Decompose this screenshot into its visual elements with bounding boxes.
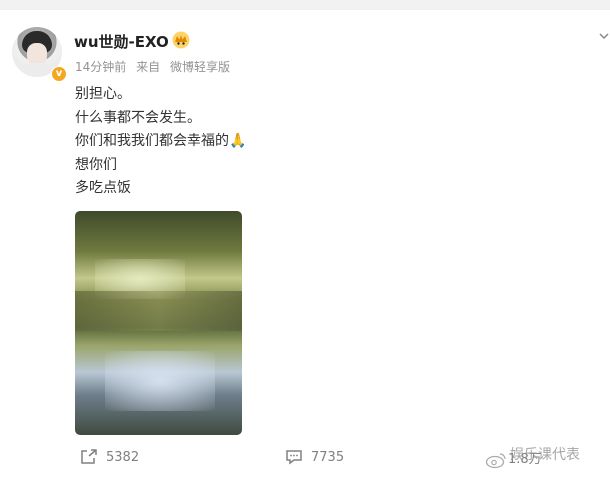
expand-menu-icon[interactable] [598,30,610,42]
weibo-post-card: v wu世勋-EXO 14分钟前 来自 微博轻享版 别担心。 什么事都不会发生。… [0,10,610,479]
photo-water-reflection [105,351,215,411]
post-text-line: 多吃点饭 [75,180,131,196]
post-image[interactable] [75,211,242,435]
repost-button[interactable]: 5382 [80,446,139,468]
post-time[interactable]: 14分钟前 [75,60,126,74]
post-meta: 14分钟前 来自 微博轻享版 [75,58,236,75]
post-text-line: 想你们 [75,156,117,173]
post-text-line: 你们和我我们都会幸福的🙏 [75,130,246,154]
post-text-line: 别担心。 [75,86,131,102]
post-text: 别担心。 什么事都不会发生。 你们和我我们都会幸福的🙏 想你们 多吃点饭 [75,83,246,201]
repost-count: 5382 [106,449,140,465]
author-username[interactable]: wu世勋-EXO [74,31,169,52]
crown-badge-icon[interactable] [172,31,190,49]
watermark-text: 娱乐课代表 [510,447,580,463]
pray-emoji-icon: 🙏 [229,133,247,149]
post-source[interactable]: 微博轻享版 [170,60,230,74]
weibo-logo-icon [485,453,506,469]
post-text-line-content: 你们和我我们都会幸福的 [75,133,229,149]
repost-icon [81,449,97,464]
avatar-face [27,43,47,65]
verified-icon: v [51,66,67,82]
photo-rocks [75,291,242,331]
post-text-line: 什么事都不会发生。 [75,109,201,126]
source-prefix: 来自 [136,60,161,74]
comment-button[interactable]: 7735 [285,446,344,468]
comment-icon [286,450,302,465]
comment-count: 7735 [311,449,345,465]
